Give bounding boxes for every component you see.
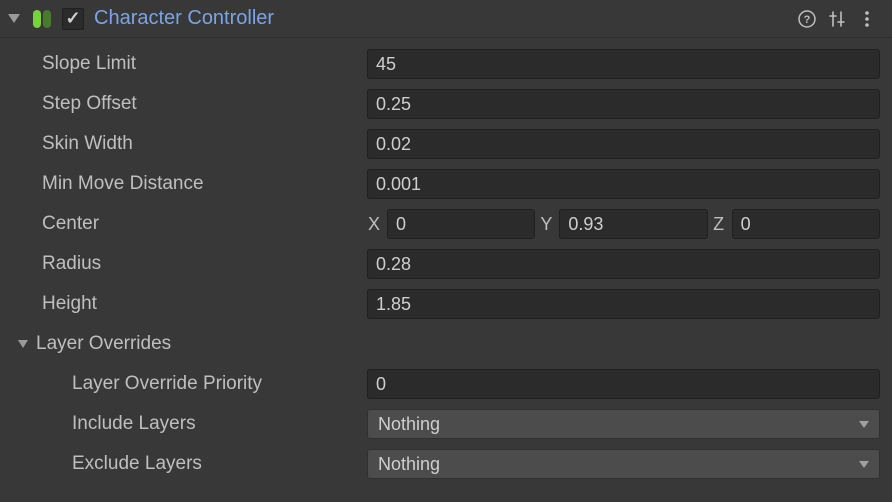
step-offset-input[interactable]: 0.25 xyxy=(367,89,880,119)
center-label: Center xyxy=(42,213,367,235)
character-controller-icon xyxy=(30,7,54,31)
chevron-down-icon xyxy=(859,461,869,468)
exclude-layers-label: Exclude Layers xyxy=(72,453,367,475)
skin-width-input[interactable]: 0.02 xyxy=(367,129,880,159)
center-x-label: X xyxy=(367,214,381,235)
include-layers-row: Include Layers Nothing xyxy=(0,404,880,444)
presets-icon[interactable] xyxy=(824,6,850,32)
radius-label: Radius xyxy=(42,253,367,275)
layer-overrides-label: Layer Overrides xyxy=(36,333,171,355)
height-row: Height 1.85 xyxy=(0,284,880,324)
center-z-input[interactable]: 0 xyxy=(732,209,880,239)
layer-override-priority-input[interactable]: 0 xyxy=(367,369,880,399)
height-input[interactable]: 1.85 xyxy=(367,289,880,319)
radius-input[interactable]: 0.28 xyxy=(367,249,880,279)
context-menu-icon[interactable] xyxy=(854,6,880,32)
center-z-label: Z xyxy=(712,214,726,235)
center-y-label: Y xyxy=(539,214,553,235)
exclude-layers-dropdown[interactable]: Nothing xyxy=(367,449,880,479)
step-offset-row: Step Offset 0.25 xyxy=(0,84,880,124)
component-header: Character Controller ? xyxy=(0,0,892,38)
skin-width-label: Skin Width xyxy=(42,133,367,155)
include-layers-label: Include Layers xyxy=(72,413,367,435)
slope-limit-label: Slope Limit xyxy=(42,53,367,75)
layer-override-priority-label: Layer Override Priority xyxy=(72,373,367,395)
help-icon[interactable]: ? xyxy=(794,6,820,32)
skin-width-row: Skin Width 0.02 xyxy=(0,124,880,164)
height-label: Height xyxy=(42,293,367,315)
center-x-input[interactable]: 0 xyxy=(387,209,535,239)
center-row: Center X 0 Y 0.93 Z 0 xyxy=(0,204,880,244)
component-enable-checkbox[interactable] xyxy=(62,8,84,30)
component-foldout-icon[interactable] xyxy=(8,14,20,23)
slope-limit-row: Slope Limit 45 xyxy=(0,44,880,84)
min-move-distance-row: Min Move Distance 0.001 xyxy=(0,164,880,204)
radius-row: Radius 0.28 xyxy=(0,244,880,284)
component-title: Character Controller xyxy=(94,7,790,30)
slope-limit-input[interactable]: 45 xyxy=(367,49,880,79)
include-layers-dropdown[interactable]: Nothing xyxy=(367,409,880,439)
min-move-distance-label: Min Move Distance xyxy=(42,173,367,195)
chevron-down-icon xyxy=(859,421,869,428)
svg-text:?: ? xyxy=(804,14,811,26)
component-fields: Slope Limit 45 Step Offset 0.25 Skin Wid… xyxy=(0,38,892,490)
center-y-input[interactable]: 0.93 xyxy=(559,209,707,239)
layer-overrides-foldout[interactable]: Layer Overrides xyxy=(0,324,880,364)
layer-override-priority-row: Layer Override Priority 0 xyxy=(0,364,880,404)
foldout-arrow-icon xyxy=(18,340,28,348)
exclude-layers-value: Nothing xyxy=(378,454,440,475)
step-offset-label: Step Offset xyxy=(42,93,367,115)
min-move-distance-input[interactable]: 0.001 xyxy=(367,169,880,199)
exclude-layers-row: Exclude Layers Nothing xyxy=(0,444,880,484)
include-layers-value: Nothing xyxy=(378,414,440,435)
